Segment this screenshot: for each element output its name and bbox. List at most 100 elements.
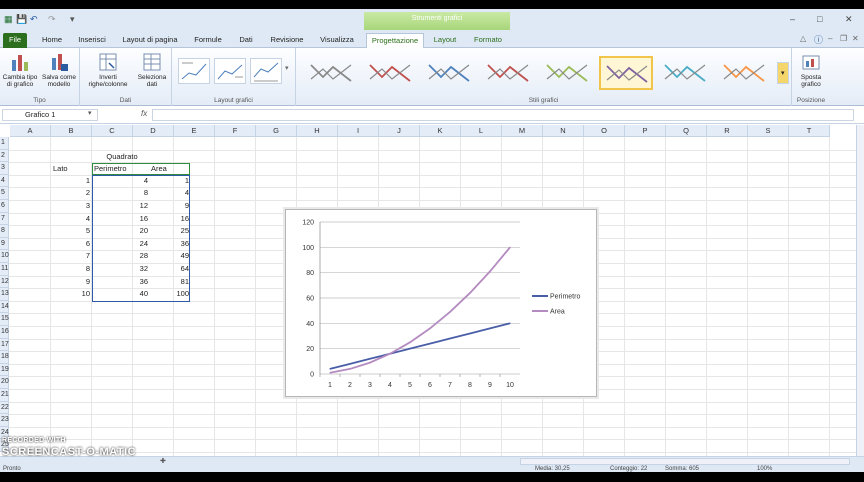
cell-lato-8[interactable]: 8	[52, 263, 90, 276]
row-header-7[interactable]: 7	[0, 212, 9, 226]
change-chart-type-button[interactable]: Cambia tipo di grafico	[2, 52, 38, 88]
chart-style-5[interactable]	[540, 56, 594, 90]
column-header-t[interactable]: T	[789, 125, 830, 137]
row-header-19[interactable]: 19	[0, 363, 9, 377]
row-header-8[interactable]: 8	[0, 225, 9, 238]
column-header-c[interactable]: C	[92, 125, 133, 137]
cell-perimetro-10[interactable]: 40	[92, 288, 148, 301]
cell-area-8[interactable]: 64	[149, 263, 189, 276]
cell-perimetro-7[interactable]: 28	[92, 250, 148, 263]
row-header-18[interactable]: 18	[0, 351, 9, 364]
column-header-a[interactable]: A	[10, 125, 51, 137]
chart-layout-3[interactable]	[250, 58, 282, 84]
cell-area-10[interactable]: 100	[149, 288, 189, 301]
cell-area-6[interactable]: 36	[149, 238, 189, 251]
chart-style-3[interactable]	[422, 56, 476, 90]
cell-perimetro-5[interactable]: 20	[92, 225, 148, 238]
column-header-i[interactable]: I	[338, 125, 379, 137]
tab-formato[interactable]: Formato	[468, 33, 508, 48]
save-as-template-button[interactable]: Salva come modello	[40, 52, 78, 88]
column-header-f[interactable]: F	[215, 125, 256, 137]
cell-lato-5[interactable]: 5	[52, 225, 90, 238]
move-chart-button[interactable]: Sposta grafico	[794, 52, 828, 88]
cell-perimetro-1[interactable]: 4	[92, 175, 148, 188]
tab-layout[interactable]: Layout	[430, 33, 460, 48]
column-header-s[interactable]: S	[748, 125, 789, 137]
row-header-12[interactable]: 12	[0, 275, 9, 289]
cell-perimetro-2[interactable]: 8	[92, 187, 148, 200]
chart-style-6[interactable]	[599, 56, 653, 90]
row-header-15[interactable]: 15	[0, 313, 9, 326]
cell-area-5[interactable]: 25	[149, 225, 189, 238]
cell-perimetro-8[interactable]: 32	[92, 263, 148, 276]
column-header-j[interactable]: J	[379, 125, 420, 137]
column-header-h[interactable]: H	[297, 125, 338, 137]
row-header-21[interactable]: 21	[0, 389, 9, 402]
cell-lato-1[interactable]: 1	[52, 175, 90, 188]
cell-area-7[interactable]: 49	[149, 250, 189, 263]
cell-area-2[interactable]: 4	[149, 187, 189, 200]
chart-style-1[interactable]	[304, 56, 358, 90]
column-header-q[interactable]: Q	[666, 125, 707, 137]
column-header-g[interactable]: G	[256, 125, 297, 137]
name-box[interactable]: Grafico 1	[2, 109, 98, 121]
column-header-d[interactable]: D	[133, 125, 174, 137]
column-header-o[interactable]: O	[584, 125, 625, 137]
column-header-b[interactable]: B	[51, 125, 92, 137]
cell-lato-9[interactable]: 9	[52, 276, 90, 289]
row-header-20[interactable]: 20	[0, 376, 9, 389]
cell-perimetro-3[interactable]: 12	[92, 200, 148, 213]
styles-gallery-more-button[interactable]: ▾	[777, 62, 789, 84]
cell-lato-2[interactable]: 2	[52, 187, 90, 200]
cell-perimetro-4[interactable]: 16	[92, 213, 148, 226]
row-header-3[interactable]: 3	[0, 162, 9, 175]
column-header-k[interactable]: K	[420, 125, 461, 137]
row-header-14[interactable]: 14	[0, 300, 9, 314]
row-header-17[interactable]: 17	[0, 338, 9, 352]
doc-minimize-icon[interactable]: –	[828, 34, 832, 43]
tab-revisione[interactable]: Revisione	[266, 33, 308, 48]
chart-object[interactable]: 0 20 40 60 80 100 120 1 2 3 4 5 6 7 8 9 10 Perimetro Area	[285, 209, 597, 397]
tab-formule[interactable]: Formule	[190, 33, 226, 48]
cell-area-3[interactable]: 9	[149, 200, 189, 213]
row-header-6[interactable]: 6	[0, 200, 9, 213]
cell-perimetro-9[interactable]: 36	[92, 276, 148, 289]
zoom-level[interactable]: 100%	[757, 466, 772, 472]
tab-file[interactable]: File	[3, 33, 27, 48]
row-header-16[interactable]: 16	[0, 326, 9, 339]
layout-gallery-more-icon[interactable]: ▾	[285, 64, 289, 72]
row-header-11[interactable]: 11	[0, 263, 9, 276]
column-header-n[interactable]: N	[543, 125, 584, 137]
vertical-scrollbar[interactable]	[856, 125, 864, 456]
cell-area-1[interactable]: 1	[149, 175, 189, 188]
cell-perimetro-6[interactable]: 24	[92, 238, 148, 251]
cell-c2[interactable]: Quadrato	[102, 151, 142, 164]
chart-style-8[interactable]	[717, 56, 771, 90]
worksheet-grid[interactable]: A B C D E F G H I J K L M N O P Q R S T 1 2 3 4 5 6 7 8 9 10 11 12 13 14 1…	[0, 125, 856, 456]
tab-progettazione[interactable]: Progettazione	[366, 33, 424, 48]
row-header-1[interactable]: 1	[0, 137, 9, 150]
tab-visualizza[interactable]: Visualizza	[316, 33, 358, 48]
column-header-p[interactable]: P	[625, 125, 666, 137]
row-header-22[interactable]: 22	[0, 401, 9, 415]
row-header-4[interactable]: 4	[0, 174, 9, 188]
horizontal-scrollbar[interactable]	[520, 458, 850, 465]
cell-area-4[interactable]: 16	[149, 213, 189, 226]
cell-lato-4[interactable]: 4	[52, 213, 90, 226]
tab-layout-di-pagina[interactable]: Layout di pagina	[118, 33, 182, 48]
cell-lato-7[interactable]: 7	[52, 250, 90, 263]
row-header-23[interactable]: 23	[0, 414, 9, 427]
tab-inserisci[interactable]: Inserisci	[76, 33, 108, 48]
chart-layout-2[interactable]	[214, 58, 246, 84]
cell-lato-10[interactable]: 10	[52, 288, 90, 301]
select-data-button[interactable]: Seleziona dati	[134, 52, 170, 88]
cell-b3[interactable]: Lato	[53, 163, 83, 176]
tab-dati[interactable]: Dati	[234, 33, 258, 48]
maximize-icon[interactable]: □	[817, 14, 822, 24]
row-header-5[interactable]: 5	[0, 187, 9, 200]
close-icon[interactable]: ✕	[845, 14, 853, 25]
column-header-r[interactable]: R	[707, 125, 748, 137]
column-header-l[interactable]: L	[461, 125, 502, 137]
ribbon-minimize-icon[interactable]: △	[800, 34, 806, 43]
minimize-icon[interactable]: –	[790, 14, 795, 24]
